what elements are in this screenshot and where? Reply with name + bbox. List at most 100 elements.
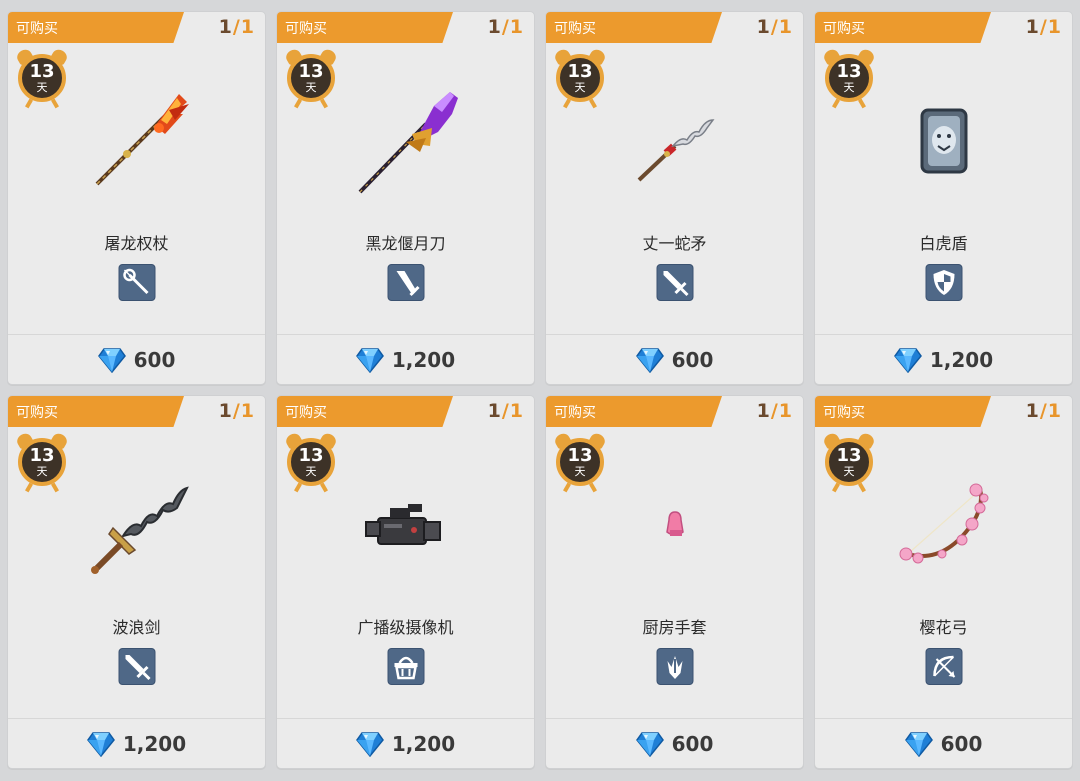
purchasable-tag: 可购买 xyxy=(277,12,453,43)
timer-days: 13 xyxy=(29,61,55,82)
timer-days: 13 xyxy=(298,445,324,466)
count-max: 1 xyxy=(240,400,255,422)
diamond-gem-icon xyxy=(893,347,922,373)
staff-icon xyxy=(118,264,155,301)
count-max: 1 xyxy=(778,16,793,38)
price-value: 600 xyxy=(133,348,176,372)
diamond-gem-icon xyxy=(355,731,384,757)
item-name: 黑龙偃月刀 xyxy=(365,234,446,253)
count-separator: / xyxy=(770,400,779,422)
count-current: 1 xyxy=(1025,400,1040,422)
purchasable-label: 可购买 xyxy=(823,405,865,421)
count-current: 1 xyxy=(756,400,771,422)
shop-item-card[interactable]: 可购买 1/1 13 天 厨房手套 600 xyxy=(545,395,804,769)
price-value: 1,200 xyxy=(391,732,456,756)
purchase-count: 1/1 xyxy=(488,400,524,422)
purchasable-label: 可购买 xyxy=(16,21,58,37)
basket-icon xyxy=(387,648,424,685)
count-current: 1 xyxy=(1025,16,1040,38)
timer-unit: 天 xyxy=(36,465,48,478)
price-value: 1,200 xyxy=(929,348,994,372)
diamond-gem-icon xyxy=(355,347,384,373)
count-current: 1 xyxy=(487,16,502,38)
diamond-gem-icon xyxy=(86,731,115,757)
divider xyxy=(277,334,534,335)
price-value: 600 xyxy=(671,732,714,756)
price-button[interactable]: 1,200 xyxy=(277,729,534,759)
purchase-count: 1/1 xyxy=(1026,16,1062,38)
timer-days: 13 xyxy=(836,61,862,82)
purchasable-tag: 可购买 xyxy=(815,396,991,427)
purchase-count: 1/1 xyxy=(757,16,793,38)
timer-days: 13 xyxy=(298,61,324,82)
alarm-clock-icon: 13 天 xyxy=(552,431,608,493)
price-button[interactable]: 600 xyxy=(815,729,1072,759)
divider xyxy=(8,718,265,719)
item-image[interactable] xyxy=(336,458,476,598)
count-separator: / xyxy=(1039,16,1048,38)
count-current: 1 xyxy=(218,16,233,38)
purchasable-label: 可购买 xyxy=(554,405,596,421)
purchasable-label: 可购买 xyxy=(823,21,865,37)
timer-unit: 天 xyxy=(305,81,317,94)
item-image[interactable] xyxy=(874,74,1014,214)
divider xyxy=(546,334,803,335)
count-current: 1 xyxy=(487,400,502,422)
item-name: 广播级摄像机 xyxy=(357,618,454,637)
price-button[interactable]: 1,200 xyxy=(277,345,534,375)
count-current: 1 xyxy=(218,400,233,422)
item-name: 丈一蛇矛 xyxy=(642,234,707,253)
alarm-clock-icon: 13 天 xyxy=(283,431,339,493)
timer-unit: 天 xyxy=(305,465,317,478)
sword-icon xyxy=(656,264,693,301)
count-separator: / xyxy=(1039,400,1048,422)
item-image[interactable] xyxy=(874,458,1014,598)
item-image[interactable] xyxy=(67,458,207,598)
alarm-clock-icon: 13 天 xyxy=(283,47,339,109)
timer-days: 13 xyxy=(29,445,55,466)
timer-unit: 天 xyxy=(843,81,855,94)
price-button[interactable]: 1,200 xyxy=(815,345,1072,375)
purchasable-tag: 可购买 xyxy=(546,12,722,43)
count-current: 1 xyxy=(756,16,771,38)
shop-item-card[interactable]: 可购买 1/1 13 天 屠龙权杖 600 xyxy=(7,11,266,385)
price-value: 1,200 xyxy=(122,732,187,756)
shop-item-card[interactable]: 可购买 1/1 13 天 黑龙偃月刀 1,200 xyxy=(276,11,535,385)
alarm-clock-icon: 13 天 xyxy=(14,47,70,109)
sword-icon xyxy=(118,648,155,685)
purchasable-label: 可购买 xyxy=(16,405,58,421)
shop-item-card[interactable]: 可购买 1/1 13 天 广播级摄像机 1,200 xyxy=(276,395,535,769)
item-image[interactable] xyxy=(336,74,476,214)
item-name: 厨房手套 xyxy=(642,618,707,637)
count-separator: / xyxy=(232,16,241,38)
divider xyxy=(277,718,534,719)
shop-item-card[interactable]: 可购买 1/1 13 天 波浪剑 1,200 xyxy=(7,395,266,769)
price-value: 600 xyxy=(940,732,983,756)
divider xyxy=(815,718,1072,719)
glove-icon xyxy=(656,648,693,685)
timer-unit: 天 xyxy=(574,465,586,478)
price-button[interactable]: 600 xyxy=(546,345,803,375)
price-value: 600 xyxy=(671,348,714,372)
divider xyxy=(546,718,803,719)
item-image[interactable] xyxy=(605,74,745,214)
purchase-count: 1/1 xyxy=(488,16,524,38)
price-value: 1,200 xyxy=(391,348,456,372)
timer-days: 13 xyxy=(567,445,593,466)
divider xyxy=(815,334,1072,335)
price-button[interactable]: 600 xyxy=(8,345,265,375)
count-max: 1 xyxy=(240,16,255,38)
item-image[interactable] xyxy=(67,74,207,214)
item-image[interactable] xyxy=(605,458,745,598)
diamond-gem-icon xyxy=(635,731,664,757)
shop-item-card[interactable]: 可购买 1/1 13 天 丈一蛇矛 600 xyxy=(545,11,804,385)
diamond-gem-icon xyxy=(635,347,664,373)
shop-item-card[interactable]: 可购买 1/1 13 天 白虎盾 1,200 xyxy=(814,11,1073,385)
shop-item-card[interactable]: 可购买 1/1 13 天 樱花弓 600 xyxy=(814,395,1073,769)
alarm-clock-icon: 13 天 xyxy=(821,431,877,493)
price-button[interactable]: 600 xyxy=(546,729,803,759)
price-button[interactable]: 1,200 xyxy=(8,729,265,759)
diamond-gem-icon xyxy=(904,731,933,757)
purchasable-tag: 可购买 xyxy=(277,396,453,427)
count-separator: / xyxy=(232,400,241,422)
